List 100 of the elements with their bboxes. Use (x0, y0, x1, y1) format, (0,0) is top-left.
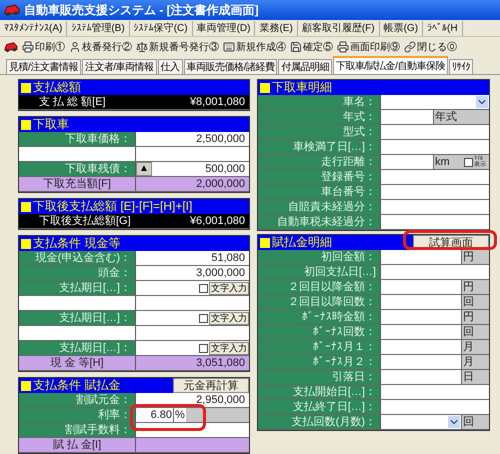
tab[interactable]: 仕入 (158, 59, 183, 74)
field-label: ﾎﾞｰﾅｽ月２： (258, 355, 381, 370)
toolbar-button[interactable]: 新規作成④ (223, 40, 286, 55)
toolbar-button[interactable]: 新規番号発行③ (136, 40, 219, 55)
figure-icon (69, 41, 81, 54)
field-label: 走行距離： (258, 155, 381, 170)
tab[interactable]: 車両販売価格/諸経費 (184, 59, 278, 74)
field-label: 自賠責未経過分： (258, 200, 381, 214)
square-icon (21, 238, 31, 249)
square-icon (21, 120, 31, 130)
subtotal-label: 下取充当額[F] (19, 177, 136, 192)
field-label: 初回金額： (258, 250, 381, 264)
field-label: 型式： (258, 125, 381, 140)
text-input-button[interactable]: 文字入力 (209, 282, 249, 295)
field-label: 下取車残債： (19, 162, 136, 176)
checkbox[interactable] (199, 284, 208, 293)
tab[interactable]: 下取車/賦払金/自動車保険 (332, 56, 448, 74)
field-label: 割賦元金： (19, 393, 136, 408)
field-label: 頭金： (19, 266, 136, 280)
section-title: 下取車 (33, 117, 69, 132)
unit-label: 円 (461, 310, 489, 324)
total-label: 下取後支払総額[G] (38, 214, 132, 228)
field-label: 支払期日[…]： (19, 341, 136, 356)
total-value: ¥6,001,080 (188, 214, 246, 228)
field-label: 支払終了日[…]： (258, 400, 381, 414)
stepper-button[interactable]: ▲ (136, 162, 152, 176)
scale-icon (136, 41, 148, 54)
field-label: ﾎﾞｰﾅｽ時金額： (258, 310, 381, 324)
menu-item[interactable]: 業務(E) (255, 20, 298, 36)
text-input-button[interactable]: 文字入力 (209, 342, 249, 355)
field-label: 引落日： (258, 370, 381, 384)
field-label: 自動車税未経過分： (258, 215, 381, 230)
field-label: 車検満了日[…]： (258, 140, 381, 154)
unit-label: km (435, 154, 450, 170)
unit-label: 月 (461, 340, 489, 354)
section-title: 下取車明細 (272, 80, 332, 96)
field-label: ﾎﾞｰﾅｽ月１： (258, 340, 381, 354)
field-label: 初回支払日[…] (258, 265, 381, 280)
text-input-button[interactable]: 文字入力 (209, 312, 249, 325)
year-tag: 年式 (433, 110, 489, 124)
square-icon (21, 202, 31, 212)
chain-icon (404, 41, 416, 54)
square-icon (260, 82, 270, 93)
printer-icon (22, 41, 34, 54)
square-icon (21, 82, 31, 93)
unit-label: 日 (461, 370, 489, 384)
unit-label: 回 (461, 325, 489, 340)
section-title: 賦払金明細 (272, 235, 332, 250)
checkbox[interactable] (464, 158, 473, 167)
subtotal-label: 賦 払 金[I] (19, 438, 136, 452)
square-icon (260, 238, 270, 248)
field-label: 下取車価格： (19, 132, 136, 146)
square-icon (21, 380, 31, 391)
tab[interactable]: 付属品明細 (278, 59, 332, 74)
menu-item[interactable]: ｼｽﾃﾑ保守(C) (130, 20, 193, 36)
header-button[interactable]: 元金再計算 (173, 378, 249, 394)
field-label: ﾎﾞｰﾅｽ回数： (258, 325, 381, 340)
toolbar-button[interactable]: 確定⑤ (290, 40, 333, 55)
menu-item[interactable]: 帳票(G) (380, 20, 424, 36)
readonly-cell (186, 408, 249, 422)
field-label: 割賦手数料： (19, 423, 136, 438)
tab[interactable]: 見積/注文書情報 (6, 59, 81, 74)
printer-icon (337, 41, 349, 54)
tab[interactable]: ﾘｻｲｸ (448, 59, 473, 74)
field-label: ２回目以降回数： (258, 295, 381, 310)
subtotal-label: 現 金 等[H] (19, 356, 136, 370)
field-label: 車台番号： (258, 185, 381, 200)
section-title: 支払条件 現金等 (33, 236, 120, 252)
field-label: 車名： (258, 95, 381, 110)
unit-label: 円 (461, 280, 489, 294)
total-label: 支 払 総 額[E] (38, 95, 107, 110)
toolbar-button[interactable]: 枝番発行② (69, 40, 132, 55)
menu-item[interactable]: ﾏｽﾀﾒﾝﾃﾅﾝｽ(A) (0, 20, 68, 36)
menu-item[interactable]: ﾗﾍﾞﾙ(H (423, 20, 463, 36)
unit-label: 回 (461, 415, 489, 430)
field-label: 支払期日[…]： (19, 311, 136, 326)
unit-label: 回 (461, 295, 489, 310)
tab[interactable]: 注文者/車両情報 (82, 59, 157, 74)
total-value: ¥8,001,080 (188, 95, 246, 110)
field-label: 支払期日[…]： (19, 281, 136, 296)
section-title: 下取後支払総額 [E]-[F]=[H]+[I] (33, 199, 192, 214)
toolbar-button[interactable]: 閉じる⓪ (404, 40, 457, 55)
unit-label: 月 (461, 355, 489, 370)
floppy-icon (290, 41, 302, 54)
window-title: 自動車販売支援システム - [注文書作成画面] (24, 2, 259, 19)
section-title: 支払総額 (33, 80, 81, 96)
menu-item[interactable]: 顧客取引履歴(F) (298, 20, 380, 36)
menu-item[interactable]: 車両管理(D) (192, 20, 256, 36)
keyboard-icon (223, 41, 235, 54)
toolbar-button[interactable]: 印刷① (22, 40, 65, 55)
field-label: ２回目以降金額： (258, 280, 381, 294)
menu-item[interactable]: ｼｽﾃﾑ管理(B) (67, 20, 130, 36)
checkbox[interactable] (199, 344, 208, 353)
field-label: 利率： (19, 408, 136, 422)
car-icon (4, 2, 20, 17)
subtotal-value: 2,000,000 (195, 177, 246, 192)
subtotal-value: 3,051,080 (195, 356, 246, 370)
field-label: 年式： (258, 110, 381, 124)
checkbox[interactable] (199, 314, 208, 323)
toolbar-button[interactable]: 画面印刷⑨ (337, 40, 400, 55)
